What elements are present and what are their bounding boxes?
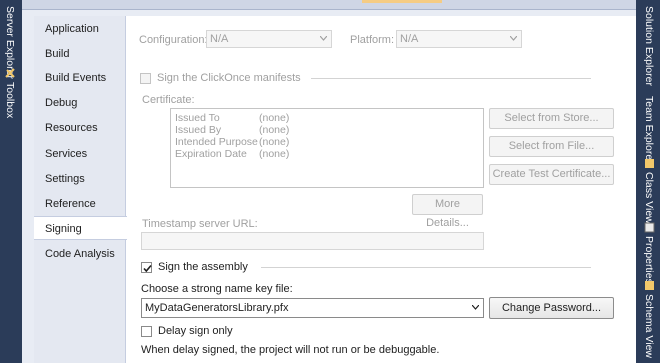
toolbox-tab[interactable]: Toolbox [4, 68, 16, 118]
sign-manifests-checkbox[interactable] [140, 73, 151, 84]
project-properties-window: Application Build Build Events Debug Res… [22, 0, 636, 363]
team-explorer-label: Team Explorer [643, 96, 655, 164]
left-tool-strip: Server Explorer Toolbox [0, 0, 22, 363]
checkmark-icon [143, 264, 152, 273]
properties-tab[interactable]: Properties [643, 222, 655, 284]
certificate-details-box: Issued To (none) Issued By (none) Intended… [170, 108, 484, 188]
nav-item-signing[interactable]: Signing [34, 216, 127, 240]
nav-item-debug[interactable]: Debug [34, 91, 126, 115]
cert-row-intended-purpose: Intended Purpose (none) [175, 136, 290, 148]
nav-item-build[interactable]: Build [34, 42, 126, 66]
schema-view-label: Schema View [643, 294, 655, 359]
cert-row-expiration-date: Expiration Date (none) [175, 148, 290, 160]
more-details-button[interactable]: More Details... [412, 194, 483, 229]
key-file-select[interactable]: MyDataGeneratorsLibrary.pfx [141, 298, 484, 318]
class-view-tab[interactable]: Class View [643, 158, 655, 224]
document-tab-bar [22, 0, 636, 10]
select-from-store-button[interactable]: Select from Store... [489, 108, 614, 129]
separator [261, 267, 591, 268]
class-view-label: Class View [643, 172, 655, 224]
delay-sign-checkbox[interactable] [141, 326, 152, 337]
toolbox-label: Toolbox [4, 82, 16, 119]
solution-explorer-label: Solution Explorer [643, 6, 655, 86]
platform-value: N/A [400, 33, 419, 45]
sign-assembly-checkbox[interactable] [141, 262, 152, 273]
delay-sign-label: Delay sign only [158, 325, 233, 337]
sign-manifests-label: Sign the ClickOnce manifests [157, 72, 301, 84]
platform-select[interactable]: N/A [396, 30, 522, 48]
configuration-value: N/A [210, 33, 229, 45]
schema-view-tab[interactable]: Schema View [643, 280, 655, 358]
class-view-icon [644, 159, 654, 168]
nav-item-resources[interactable]: Resources [34, 116, 126, 140]
nav-item-application[interactable]: Application [34, 17, 126, 41]
nav-item-reference-paths[interactable]: Reference Paths [34, 192, 126, 234]
nav-item-services[interactable]: Services [34, 142, 126, 166]
configuration-label: Configuration: [139, 34, 208, 46]
chevron-down-icon [472, 305, 479, 310]
chevron-down-icon [320, 36, 327, 41]
chevron-down-icon [510, 36, 517, 41]
cert-row-issued-to: Issued To (none) [175, 112, 290, 124]
platform-label: Platform: [350, 34, 395, 46]
certificate-label: Certificate: [142, 94, 195, 106]
separator [311, 78, 591, 79]
cert-row-issued-by: Issued By (none) [175, 124, 290, 136]
properties-label: Properties [643, 236, 655, 284]
nav-item-code-analysis[interactable]: Code Analysis [34, 242, 126, 266]
sign-assembly-label: Sign the assembly [158, 261, 248, 273]
key-file-value: MyDataGeneratorsLibrary.pfx [145, 302, 289, 314]
key-file-label: Choose a strong name key file: [141, 283, 293, 295]
nav-item-build-events[interactable]: Build Events [34, 66, 126, 90]
properties-icon [644, 222, 654, 233]
solution-explorer-tab[interactable]: Solution Explorer [643, 6, 655, 86]
team-explorer-tab[interactable]: Team Explorer [643, 96, 655, 164]
configuration-select[interactable]: N/A [206, 30, 332, 48]
select-from-file-button[interactable]: Select from File... [489, 136, 614, 157]
property-page-nav: Application Build Build Events Debug Res… [34, 16, 127, 363]
create-test-certificate-button[interactable]: Create Test Certificate... [489, 164, 614, 185]
schema-view-icon [644, 281, 654, 290]
timestamp-url-label: Timestamp server URL: [142, 218, 258, 230]
timestamp-url-input[interactable] [141, 232, 484, 250]
toolbox-icon [4, 68, 15, 78]
nav-item-settings[interactable]: Settings [34, 167, 126, 191]
delay-sign-note: When delay signed, the project will not … [141, 344, 440, 356]
signing-page: Configuration: N/A Platform: N/A Sign th… [126, 16, 636, 363]
change-password-button[interactable]: Change Password... [489, 297, 614, 319]
right-tool-strip: Solution Explorer Team Explorer Class Vi… [636, 0, 660, 363]
